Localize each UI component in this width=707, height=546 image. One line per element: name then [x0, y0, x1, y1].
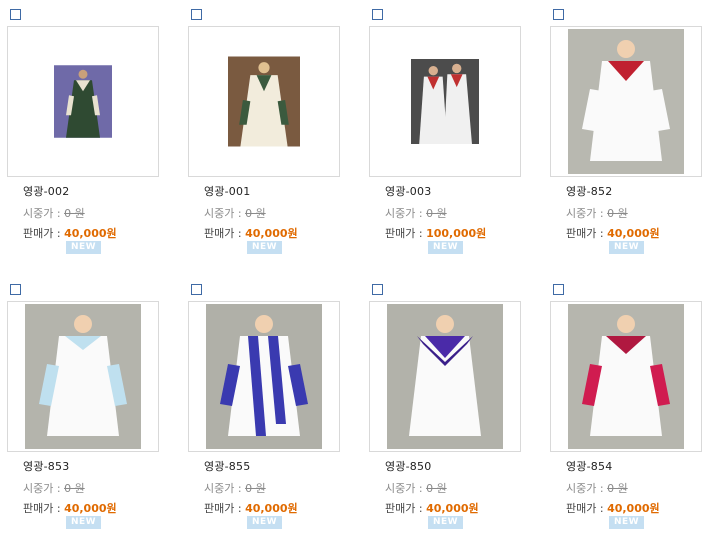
- sale-price-row: 판매가 : 40,000원: [204, 500, 298, 516]
- product-card: 영광-855 시중가 : 0 원 판매가 : 40,000원 NEW: [188, 284, 348, 546]
- sale-price-row: 판매가 : 40,000원: [566, 225, 660, 241]
- choir-robe-photo: [568, 29, 684, 174]
- product-grid: 영광-002 시중가 : 0 원 판매가 : 40,000원 NEW 영광-00…: [0, 0, 707, 540]
- sale-price-label: 판매가 :: [566, 502, 608, 515]
- new-badge: NEW: [66, 241, 101, 254]
- product-name[interactable]: 영광-855: [204, 458, 250, 474]
- list-price: 0 원: [607, 207, 628, 220]
- sale-price-row: 판매가 : 40,000원: [23, 225, 117, 241]
- sale-price-row: 판매가 : 100,000원: [385, 225, 486, 241]
- list-price-label: 시중가 :: [566, 482, 608, 495]
- product-thumbnail[interactable]: [188, 26, 340, 177]
- list-price: 0 원: [245, 207, 266, 220]
- list-price-row: 시중가 : 0 원: [23, 480, 85, 496]
- sale-price: 40,000원: [426, 502, 479, 515]
- product-thumbnail[interactable]: [7, 26, 159, 177]
- product-name[interactable]: 영광-854: [566, 458, 612, 474]
- new-badge: NEW: [66, 516, 101, 529]
- list-price: 0 원: [426, 482, 447, 495]
- product-card: 영광-003 시중가 : 0 원 판매가 : 100,000원 NEW: [369, 9, 529, 271]
- list-price: 0 원: [426, 207, 447, 220]
- product-name[interactable]: 영광-852: [566, 183, 612, 199]
- compare-checkbox[interactable]: [372, 284, 383, 295]
- product-thumbnail[interactable]: [369, 301, 521, 452]
- sale-price-label: 판매가 :: [23, 502, 65, 515]
- product-card: 영광-852 시중가 : 0 원 판매가 : 40,000원 NEW: [550, 9, 707, 271]
- list-price-label: 시중가 :: [566, 207, 608, 220]
- choir-robe-photo: [411, 59, 479, 144]
- product-name[interactable]: 영광-002: [23, 183, 69, 199]
- sale-price-row: 판매가 : 40,000원: [385, 500, 479, 516]
- product-thumbnail[interactable]: [550, 301, 702, 452]
- choir-robe-photo: [387, 304, 503, 449]
- list-price-label: 시중가 :: [23, 207, 65, 220]
- choir-robe-photo: [206, 304, 322, 449]
- list-price-row: 시중가 : 0 원: [385, 205, 447, 221]
- list-price-label: 시중가 :: [204, 482, 246, 495]
- list-price: 0 원: [64, 482, 85, 495]
- choir-robe-photo: [568, 304, 684, 449]
- list-price-row: 시중가 : 0 원: [566, 205, 628, 221]
- sale-price: 40,000원: [245, 502, 298, 515]
- list-price: 0 원: [64, 207, 85, 220]
- choir-robe-photo: [25, 304, 141, 449]
- new-badge: NEW: [609, 516, 644, 529]
- list-price-row: 시중가 : 0 원: [566, 480, 628, 496]
- sale-price-label: 판매가 :: [23, 227, 65, 240]
- list-price-label: 시중가 :: [385, 207, 427, 220]
- compare-checkbox[interactable]: [191, 9, 202, 20]
- product-thumbnail[interactable]: [550, 26, 702, 177]
- list-price-row: 시중가 : 0 원: [23, 205, 85, 221]
- sale-price: 40,000원: [64, 502, 117, 515]
- compare-checkbox[interactable]: [191, 284, 202, 295]
- product-name[interactable]: 영광-850: [385, 458, 431, 474]
- product-name[interactable]: 영광-001: [204, 183, 250, 199]
- sale-price: 40,000원: [607, 227, 660, 240]
- sale-price-row: 판매가 : 40,000원: [23, 500, 117, 516]
- product-thumbnail[interactable]: [7, 301, 159, 452]
- sale-price: 40,000원: [607, 502, 660, 515]
- product-card: 영광-853 시중가 : 0 원 판매가 : 40,000원 NEW: [7, 284, 167, 546]
- product-name[interactable]: 영광-003: [385, 183, 431, 199]
- product-card: 영광-001 시중가 : 0 원 판매가 : 40,000원 NEW: [188, 9, 348, 271]
- new-badge: NEW: [609, 241, 644, 254]
- choir-robe-photo: [54, 65, 112, 138]
- product-thumbnail[interactable]: [369, 26, 521, 177]
- sale-price-label: 판매가 :: [204, 502, 246, 515]
- list-price-label: 시중가 :: [204, 207, 246, 220]
- new-badge: NEW: [428, 241, 463, 254]
- new-badge: NEW: [247, 516, 282, 529]
- new-badge: NEW: [247, 241, 282, 254]
- list-price-label: 시중가 :: [385, 482, 427, 495]
- product-name[interactable]: 영광-853: [23, 458, 69, 474]
- sale-price-row: 판매가 : 40,000원: [204, 225, 298, 241]
- choir-robe-photo: [228, 56, 300, 147]
- sale-price: 100,000원: [426, 227, 487, 240]
- list-price: 0 원: [607, 482, 628, 495]
- product-card: 영광-854 시중가 : 0 원 판매가 : 40,000원 NEW: [550, 284, 707, 546]
- compare-checkbox[interactable]: [10, 284, 21, 295]
- sale-price: 40,000원: [245, 227, 298, 240]
- list-price-row: 시중가 : 0 원: [204, 205, 266, 221]
- list-price-row: 시중가 : 0 원: [204, 480, 266, 496]
- compare-checkbox[interactable]: [553, 284, 564, 295]
- new-badge: NEW: [428, 516, 463, 529]
- sale-price-label: 판매가 :: [385, 502, 427, 515]
- sale-price-row: 판매가 : 40,000원: [566, 500, 660, 516]
- product-card: 영광-850 시중가 : 0 원 판매가 : 40,000원 NEW: [369, 284, 529, 546]
- sale-price-label: 판매가 :: [566, 227, 608, 240]
- list-price: 0 원: [245, 482, 266, 495]
- list-price-row: 시중가 : 0 원: [385, 480, 447, 496]
- product-thumbnail[interactable]: [188, 301, 340, 452]
- compare-checkbox[interactable]: [10, 9, 21, 20]
- sale-price: 40,000원: [64, 227, 117, 240]
- compare-checkbox[interactable]: [553, 9, 564, 20]
- sale-price-label: 판매가 :: [204, 227, 246, 240]
- list-price-label: 시중가 :: [23, 482, 65, 495]
- compare-checkbox[interactable]: [372, 9, 383, 20]
- product-card: 영광-002 시중가 : 0 원 판매가 : 40,000원 NEW: [7, 9, 167, 271]
- sale-price-label: 판매가 :: [385, 227, 427, 240]
